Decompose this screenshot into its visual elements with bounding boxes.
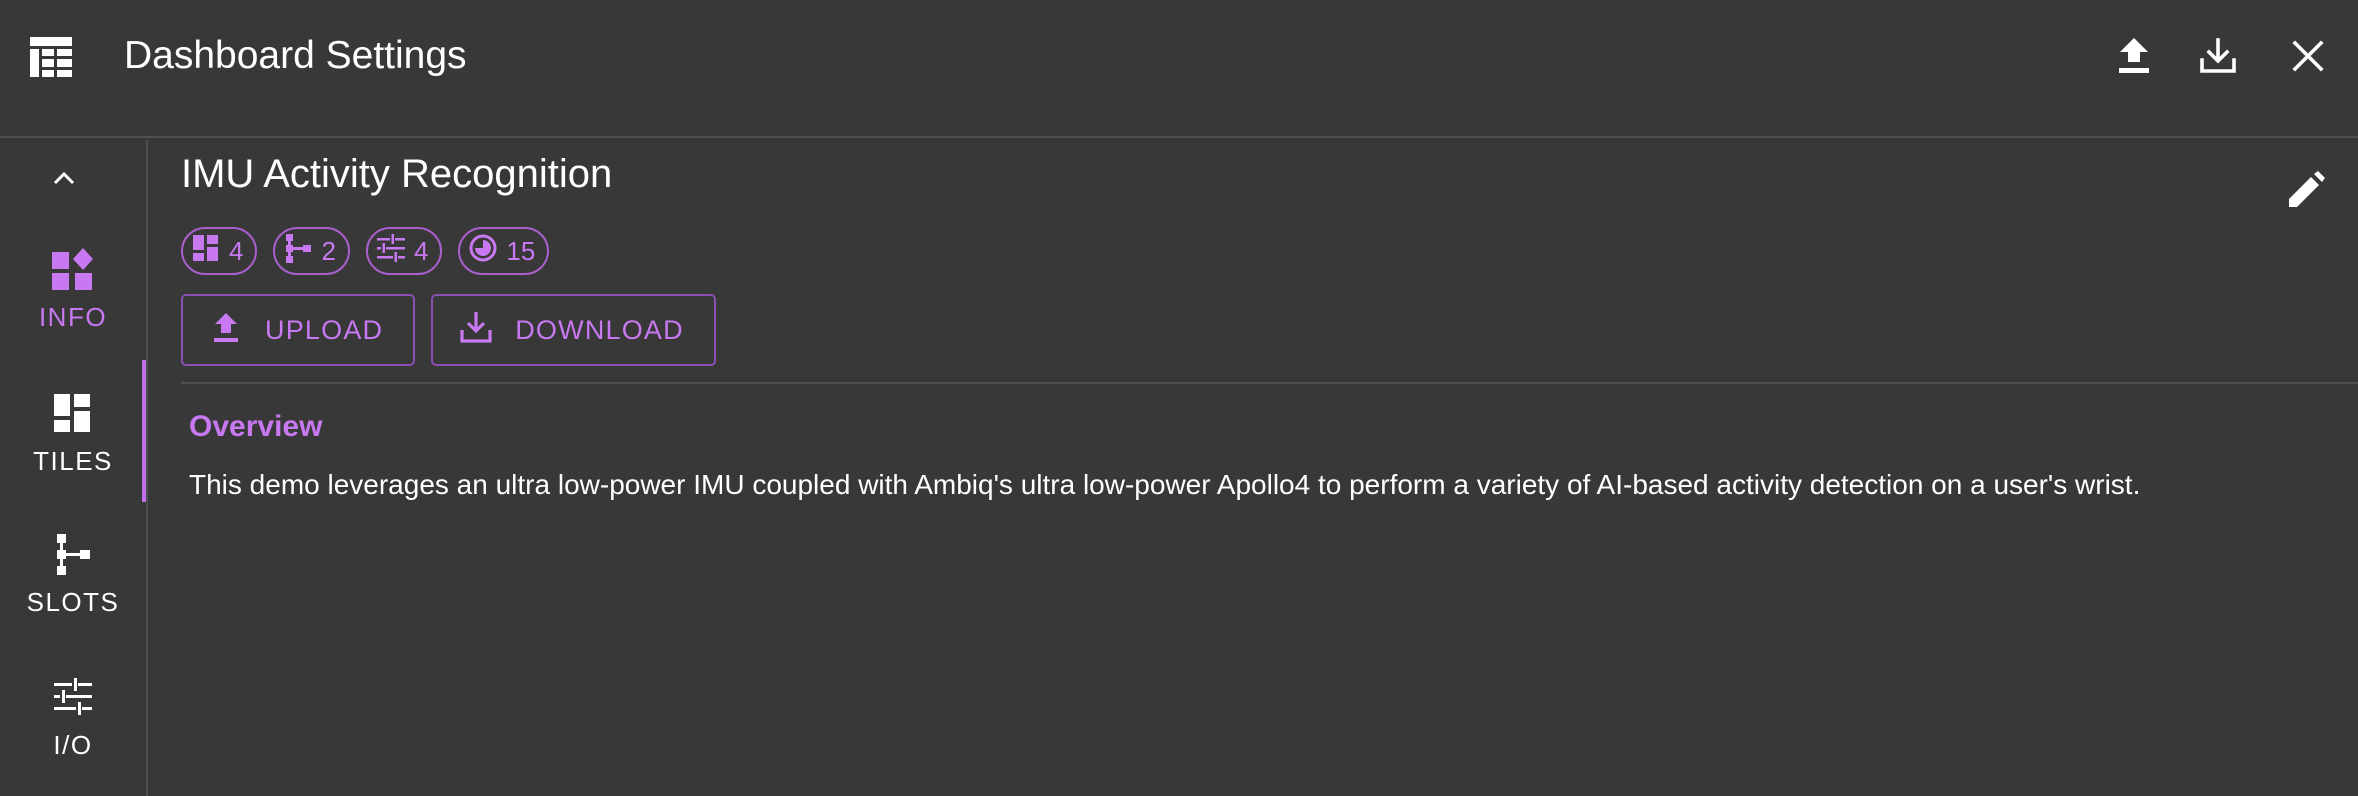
sidebar-collapse-button[interactable] xyxy=(44,164,84,196)
download-icon xyxy=(459,310,493,351)
dashboard-settings-dialog: Dashboard Settings INFO TILES SLOTS I/O … xyxy=(0,0,2358,796)
sidebar-item-label: SLOTS xyxy=(26,587,120,617)
info-panel: IMU Activity Recognition 4 2 4 15 UPLOAD… xyxy=(150,140,2358,796)
sidebar-item-info[interactable]: INFO xyxy=(0,248,146,388)
upload-icon xyxy=(209,310,243,351)
dashboard-table-icon xyxy=(30,37,72,77)
edit-button[interactable] xyxy=(2280,166,2332,218)
active-tab-indicator xyxy=(142,360,146,502)
header-download-button[interactable] xyxy=(2192,32,2244,84)
page-title: IMU Activity Recognition xyxy=(181,152,613,196)
dashboard-tiles-icon xyxy=(52,392,94,434)
section-divider xyxy=(181,382,2358,384)
tree-slots-icon xyxy=(52,533,94,575)
sidebar-item-label: TILES xyxy=(33,446,113,476)
chevron-up-icon xyxy=(53,171,75,190)
sidebar-item-label: I/O xyxy=(53,730,93,760)
sidebar-item-tiles[interactable]: TILES xyxy=(0,392,146,532)
widgets-icon xyxy=(52,248,94,290)
chip-value: 4 xyxy=(229,235,244,266)
io-icon xyxy=(376,233,406,270)
settings-sidebar: INFO TILES SLOTS I/O xyxy=(0,140,148,796)
close-button[interactable] xyxy=(2282,32,2334,84)
header-upload-button[interactable] xyxy=(2108,32,2160,84)
chip-timer-count: 15 xyxy=(458,227,550,275)
overview-heading: Overview xyxy=(189,410,323,443)
upload-button-label: UPLOAD xyxy=(265,314,384,345)
chip-io-count: 4 xyxy=(365,227,443,275)
download-icon xyxy=(2199,37,2237,79)
action-buttons: UPLOAD DOWNLOAD xyxy=(181,294,716,366)
chip-slots-count: 2 xyxy=(273,227,350,275)
sidebar-item-label: INFO xyxy=(38,302,108,332)
download-button[interactable]: DOWNLOAD xyxy=(431,294,716,366)
tiles-icon xyxy=(191,233,221,270)
upload-button[interactable]: UPLOAD xyxy=(181,294,416,366)
dialog-title: Dashboard Settings xyxy=(124,34,467,77)
stats-chips: 4 2 4 15 xyxy=(181,227,550,275)
close-icon xyxy=(2292,39,2324,77)
download-button-label: DOWNLOAD xyxy=(515,314,684,345)
upload-icon xyxy=(2118,37,2150,79)
dialog-header: Dashboard Settings xyxy=(0,0,2358,138)
chip-value: 15 xyxy=(506,235,536,266)
tune-sliders-icon xyxy=(52,676,94,718)
pencil-icon xyxy=(2287,170,2325,214)
chip-value: 4 xyxy=(413,235,429,266)
chip-tiles-count: 4 xyxy=(181,227,258,275)
sidebar-item-io[interactable]: I/O xyxy=(0,676,146,796)
slots-icon xyxy=(283,233,313,270)
sidebar-item-slots[interactable]: SLOTS xyxy=(0,533,146,673)
timer-icon xyxy=(468,233,498,270)
overview-description: This demo leverages an ultra low-power I… xyxy=(189,469,2141,500)
chip-value: 2 xyxy=(321,235,336,266)
